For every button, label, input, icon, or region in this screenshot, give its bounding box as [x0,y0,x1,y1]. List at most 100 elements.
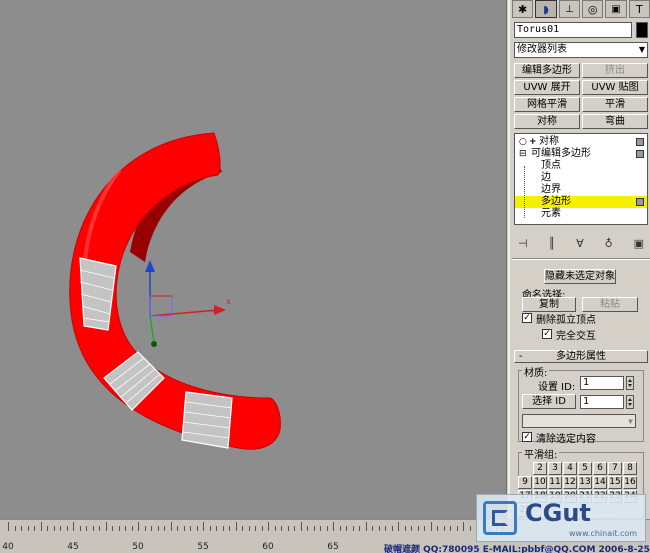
smoothing-group-button[interactable]: 9 [518,476,532,489]
ruler-tick [339,526,341,531]
lightbulb-icon: ○ [519,137,527,147]
ruler-label: 40 [2,542,14,552]
author-credit: 破帽遮颜 QQ:780095 E-MAIL:pbbf@QQ.COM 2006-8… [384,545,650,553]
smoothing-group-button[interactable]: 2 [533,462,547,475]
stack-item-border[interactable]: 边界 [515,184,647,196]
smoothing-group-button[interactable]: 5 [578,462,592,475]
ruler-tick [372,526,373,531]
object-name-field[interactable]: Torus01 [514,22,632,38]
clear-selection-checkbox[interactable]: ✓ [522,432,532,442]
modify-tab[interactable]: ◗ [535,0,557,18]
material-name-dropdown[interactable]: ▼ [522,414,636,428]
symmetry-button[interactable]: 对称 [514,114,580,129]
modifier-stack[interactable]: ○ + 对称 ⊟ 可编辑多边形 顶点 边 边界 多边形 元素 [514,133,648,225]
ruler-tick [144,526,146,531]
pin-stack-icon[interactable]: ⊣ [518,237,528,250]
smoothing-group-button[interactable]: 7 [608,462,622,475]
selected-polygon-3[interactable] [181,391,233,449]
ruler-tick [463,522,464,531]
utilities-icon: T [635,2,643,16]
uvw-unwrap-button[interactable]: UVW 展开 [514,80,580,95]
motion-icon: ◎ [587,2,598,16]
select-id-input[interactable]: 1 [580,395,624,409]
stack-item-element[interactable]: 元素 [515,208,647,220]
ruler-tick [359,526,360,531]
smoothing-group-button[interactable]: 3 [548,462,562,475]
transform-gizmo[interactable]: x [145,260,231,347]
create-tab[interactable]: ✱ [512,0,534,18]
ruler-tick [151,526,152,531]
stack-item-edge[interactable]: 边 [515,172,647,184]
create-icon: ✱ [518,2,528,16]
configure-sets-icon[interactable]: ▣ [634,237,644,250]
scene-canvas[interactable]: x [0,0,507,519]
show-end-result-icon[interactable]: ║ [549,237,556,250]
ruler-tick [203,522,204,531]
select-id-spinner[interactable] [626,395,634,409]
ruler-tick [99,526,100,531]
delete-isolated-checkbox[interactable]: ✓ [522,313,532,323]
ruler-tick [456,526,458,531]
command-panel: ✱ ◗ ⊥ ◎ ▣ T Torus01 修改器列表 ▼ 编辑多边形 挤出 UVW… [508,0,650,519]
ruler-tick [177,526,178,531]
smoothing-groups-title: 平滑组: [522,446,560,461]
full-interactivity-checkbox[interactable]: ✓ [542,329,552,339]
smoothing-group-button[interactable]: 14 [593,476,607,489]
ruler-tick [469,526,471,531]
stack-item-symmetry[interactable]: ○ + 对称 [515,136,647,148]
ruler-tick [255,526,256,531]
ruler-tick [326,526,328,531]
smoothing-group-button[interactable]: 13 [578,476,592,489]
ruler-tick [79,526,81,531]
set-id-input[interactable]: 1 [580,376,624,390]
stack-tools: ⊣ ║ ∀ ♁ ▣ [514,233,648,253]
smoothing-group-button[interactable]: 4 [563,462,577,475]
stack-item-polygon[interactable]: 多边形 [515,196,647,208]
polygon-properties-header[interactable]: - 多边形属性 [514,350,648,363]
smoothing-group-button[interactable]: 10 [533,476,547,489]
meshsmooth-button[interactable]: 网格平滑 [514,97,580,112]
smoothing-group-button[interactable]: 15 [608,476,622,489]
smoothing-group-button[interactable]: 12 [563,476,577,489]
perspective-viewport[interactable]: x [0,0,507,519]
smoothing-group-button[interactable]: 6 [593,462,607,475]
hierarchy-tab[interactable]: ⊥ [558,0,580,18]
utilities-tab[interactable]: T [628,0,650,18]
smoothing-group-button[interactable]: 16 [623,476,637,489]
ruler-tick [183,526,185,531]
ruler-tick [112,526,113,531]
stack-item-editable-poly[interactable]: ⊟ 可编辑多边形 [515,148,647,160]
smoothing-group-button[interactable]: 11 [548,476,562,489]
stack-label-edge: 边 [541,172,551,183]
display-tab[interactable]: ▣ [605,0,627,18]
edit-poly-button[interactable]: 编辑多边形 [514,63,580,78]
bend-button[interactable]: 弯曲 [582,114,648,129]
uvw-map-button[interactable]: UVW 贴图 [582,80,648,95]
watermark-logo: CGut www.chinait.com [476,494,646,542]
rollout-collapse-sign: - [519,351,523,362]
ruler-tick [66,526,68,531]
smooth-button[interactable]: 平滑 [582,97,648,112]
polygon-properties-title: 多边形属性 [556,351,606,362]
smoothing-group-button[interactable]: 8 [623,462,637,475]
copy-button[interactable]: 复制 [522,297,576,312]
ruler-tick [424,526,425,531]
modifier-list-dropdown[interactable]: 修改器列表 ▼ [514,42,648,58]
ruler-tick [92,526,94,531]
remove-modifier-icon[interactable]: ♁ [605,237,613,250]
stack-item-vertex[interactable]: 顶点 [515,160,647,172]
ruler-tick [352,526,354,531]
make-unique-icon[interactable]: ∀ [576,237,584,250]
select-id-button[interactable]: 选择 ID [522,394,576,409]
ruler-tick [430,522,432,531]
hide-unselected-button[interactable]: 隐藏未选定对象 [544,269,616,284]
ruler-tick [8,522,9,531]
ruler-tick [157,526,159,531]
object-color-swatch[interactable] [636,22,648,38]
ruler-label: 50 [132,542,144,552]
motion-tab[interactable]: ◎ [581,0,604,18]
paste-button[interactable]: 粘贴 [582,297,638,312]
ruler-tick [21,526,22,531]
set-id-spinner[interactable] [626,376,634,390]
extrude-button[interactable]: 挤出 [582,63,648,78]
